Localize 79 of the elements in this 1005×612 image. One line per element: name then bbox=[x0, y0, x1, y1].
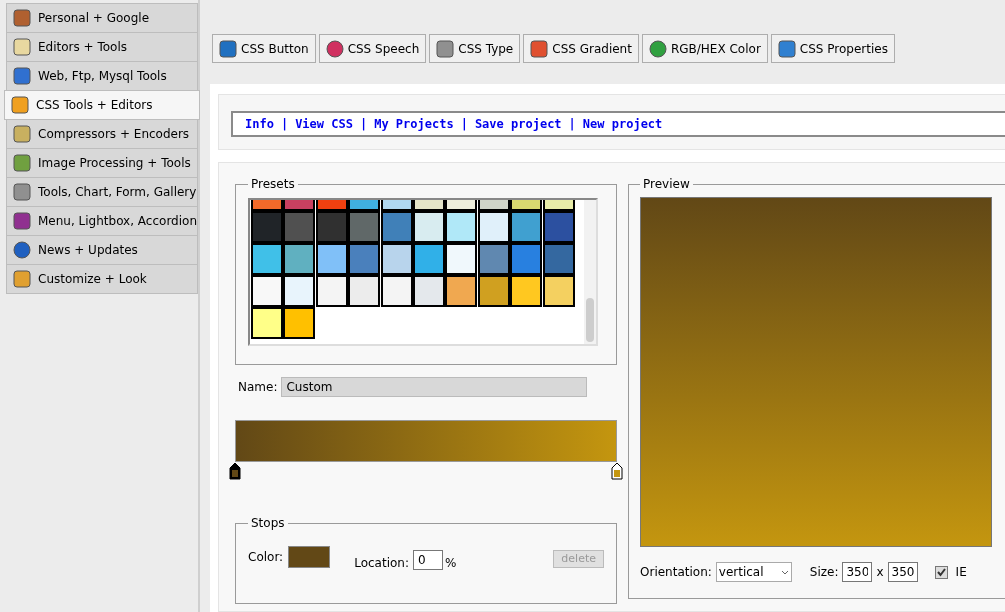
percent-label: % bbox=[444, 555, 457, 572]
height-field[interactable]: 350 bbox=[887, 562, 918, 582]
sidebar-item[interactable]: Image Processing + Tools bbox=[6, 148, 198, 178]
sidebar-item[interactable]: Web, Ftp, Mysql Tools bbox=[6, 61, 198, 91]
gradient-swatch[interactable] bbox=[315, 211, 348, 243]
caret-icon bbox=[780, 569, 789, 575]
gradient-swatch[interactable] bbox=[510, 275, 543, 307]
field-label: Color: bbox=[248, 549, 284, 566]
gradient-swatch[interactable] bbox=[315, 243, 348, 275]
stop-marker-icon[interactable] bbox=[611, 462, 623, 480]
nav-link[interactable]: View CSS bbox=[295, 115, 353, 133]
link-separator: | bbox=[460, 116, 468, 133]
link-separator: | bbox=[568, 116, 576, 133]
orientation-dropdown[interactable]: vertical bbox=[715, 562, 792, 582]
gradient-swatch[interactable] bbox=[477, 243, 510, 275]
panel-title: Stops bbox=[250, 515, 286, 532]
gradient-swatch[interactable] bbox=[477, 275, 510, 307]
gradient-swatch[interactable] bbox=[348, 211, 381, 243]
size-separator: x bbox=[876, 564, 884, 581]
tool-button[interactable]: CSS Properties bbox=[770, 34, 895, 63]
nav-link[interactable]: Info bbox=[245, 115, 274, 133]
field-label: Location: bbox=[354, 555, 409, 572]
gradient-swatch[interactable] bbox=[413, 243, 445, 275]
nav-link[interactable]: Save project bbox=[474, 115, 562, 133]
gradient-swatch[interactable] bbox=[283, 275, 316, 307]
gradient-swatch[interactable] bbox=[445, 211, 478, 243]
gradient-swatch[interactable] bbox=[445, 275, 478, 307]
tool-button[interactable]: CSS Gradient bbox=[523, 34, 639, 63]
tool-button[interactable]: CSS Type bbox=[429, 34, 521, 63]
gradient-swatch[interactable] bbox=[348, 243, 381, 275]
stop-marker-icon[interactable] bbox=[229, 462, 241, 480]
gradient-swatch[interactable] bbox=[413, 275, 445, 307]
sidebar-item[interactable]: Editors + Tools bbox=[6, 32, 198, 62]
gradient-swatch[interactable] bbox=[251, 243, 283, 275]
tool-button[interactable]: CSS Speech bbox=[318, 34, 427, 63]
checkbox-label: IE bbox=[955, 564, 967, 581]
gradient-swatch[interactable] bbox=[380, 243, 413, 275]
sidebar-item[interactable]: Tools, Chart, Form, Gallery bbox=[6, 177, 198, 207]
link-separator: | bbox=[359, 116, 368, 133]
tool-button[interactable]: CSS Button bbox=[212, 34, 316, 63]
gradient-swatch[interactable] bbox=[283, 211, 316, 243]
gradient-swatch[interactable] bbox=[510, 211, 543, 243]
width-field[interactable]: 350 bbox=[842, 562, 873, 582]
gradient-swatch[interactable] bbox=[477, 211, 510, 243]
gradient-swatch[interactable] bbox=[283, 243, 316, 275]
sidebar-item[interactable]: CSS Tools + Editors bbox=[4, 90, 200, 120]
tool-button[interactable]: RGB/HEX Color bbox=[641, 34, 768, 63]
gradient-swatch[interactable] bbox=[542, 275, 575, 307]
location-field[interactable]: 0 bbox=[412, 550, 443, 570]
sidebar-item[interactable]: Personal + Google bbox=[6, 3, 198, 33]
gradient-swatch[interactable] bbox=[315, 275, 348, 307]
nav-link[interactable]: New project bbox=[582, 115, 663, 133]
color-swatch[interactable] bbox=[288, 546, 331, 568]
nav-link[interactable]: My Projects bbox=[374, 115, 454, 133]
sidebar-item[interactable]: Compressors + Encoders bbox=[6, 119, 198, 149]
sidebar-item[interactable]: Customize + Look bbox=[6, 264, 198, 294]
gradient-swatch[interactable] bbox=[251, 307, 283, 339]
field-label: Orientation: bbox=[640, 564, 712, 581]
gradient-swatch[interactable] bbox=[510, 243, 543, 275]
gradient-swatch[interactable] bbox=[413, 211, 445, 243]
gradient-swatch[interactable] bbox=[251, 211, 283, 243]
panel-title: Presets bbox=[250, 176, 296, 193]
ie-checkbox[interactable] bbox=[934, 565, 948, 579]
panel-title: Preview bbox=[642, 176, 691, 193]
gradient-swatch[interactable] bbox=[380, 211, 413, 243]
gradient-swatch[interactable] bbox=[445, 243, 478, 275]
gradient-swatch[interactable] bbox=[283, 307, 316, 339]
gradient-swatch[interactable] bbox=[542, 211, 575, 243]
link-separator: | bbox=[280, 116, 289, 133]
gradient-swatch[interactable] bbox=[542, 243, 575, 275]
gradient-swatch[interactable] bbox=[348, 275, 381, 307]
name-field[interactable]: Custom bbox=[281, 377, 588, 397]
field-label: Size: bbox=[809, 564, 839, 581]
scrollbar[interactable] bbox=[584, 200, 596, 344]
gradient-swatch[interactable] bbox=[251, 275, 283, 307]
gradient-swatch[interactable] bbox=[380, 275, 413, 307]
field-label: Name: bbox=[238, 379, 278, 396]
sidebar-item[interactable]: News + Updates bbox=[6, 235, 198, 265]
sidebar-item[interactable]: Menu, Lightbox, Accordion bbox=[6, 206, 198, 236]
